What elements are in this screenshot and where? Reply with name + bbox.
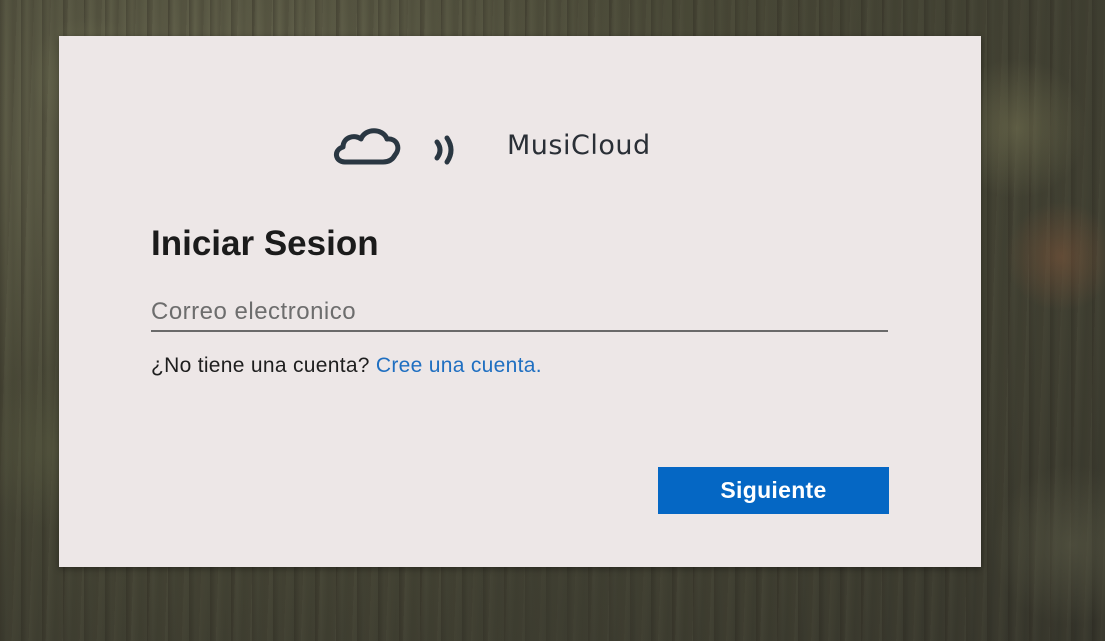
brand-logo: MusiCloud: [331, 122, 651, 168]
login-card: MusiCloud Iniciar Sesion ¿No tiene una c…: [59, 36, 981, 567]
email-field[interactable]: [151, 294, 888, 332]
brand-name: MusiCloud: [507, 129, 651, 161]
signup-prompt-text: ¿No tiene una cuenta?: [151, 354, 376, 377]
signup-prompt-line: ¿No tiene una cuenta? Cree una cuenta.: [151, 354, 542, 378]
next-button[interactable]: Siguiente: [658, 467, 889, 514]
page-title: Iniciar Sesion: [151, 224, 379, 263]
cloud-sound-icon: [331, 122, 471, 168]
create-account-link[interactable]: Cree una cuenta.: [376, 354, 542, 377]
